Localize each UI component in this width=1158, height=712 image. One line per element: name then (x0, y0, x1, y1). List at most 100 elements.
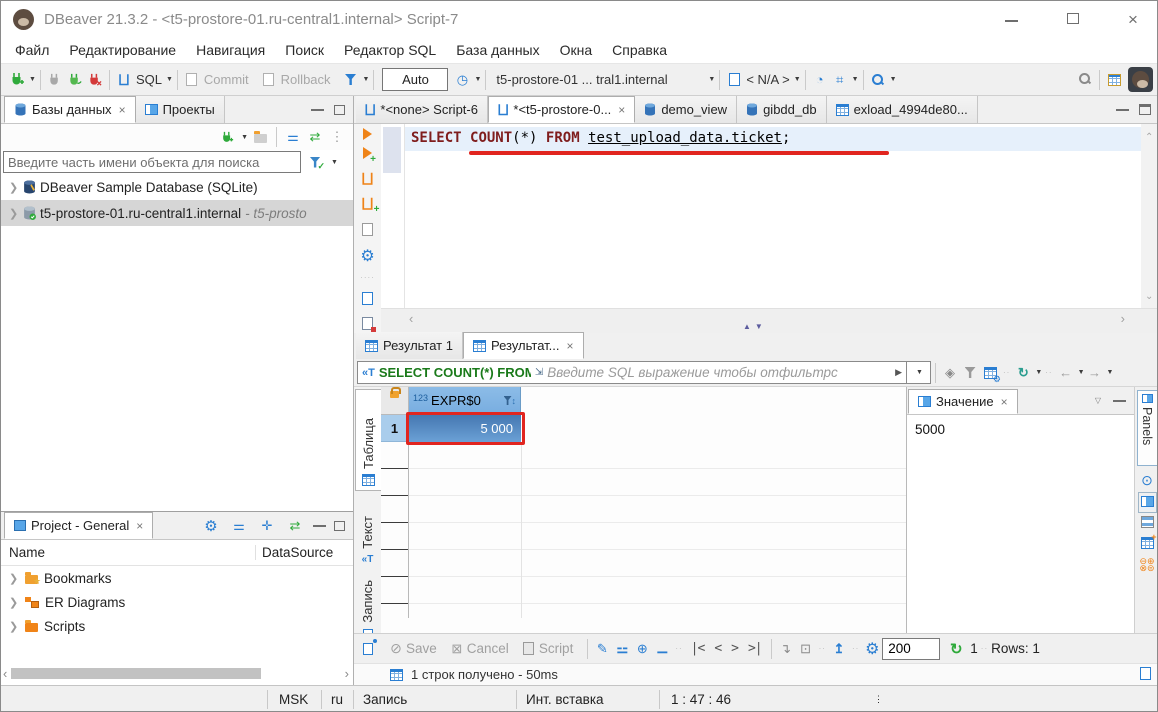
next-row-icon[interactable]: > (731, 641, 738, 656)
perspective-icon[interactable] (1104, 70, 1124, 90)
previous-row-icon[interactable]: < (714, 641, 721, 656)
zoom-cell-icon[interactable]: ⊡ (796, 639, 816, 659)
connection-caret[interactable]: ▼ (708, 76, 715, 83)
execute-script-icon[interactable]: ⨆ (358, 169, 378, 188)
language-indicator[interactable]: ru (331, 686, 343, 712)
edit-cell-icon[interactable]: ✎ (592, 639, 612, 659)
save-filter-icon[interactable] (960, 363, 980, 383)
value-viewer-toggle-icon[interactable] (1141, 495, 1154, 510)
editor-horizontal-scrollbar[interactable]: ‹ › ▲▼ (381, 308, 1158, 333)
tree-item-sample-db[interactable]: ❯ DBeaver Sample Database (SQLite) (1, 174, 353, 200)
tab-script-6[interactable]: ⨆ *<none> Script-6 (356, 96, 488, 123)
duplicate-row-icon[interactable]: ⊕ (632, 639, 652, 659)
rollback-button[interactable]: Rollback (281, 72, 331, 87)
tab-exload[interactable]: exload_4994de80... (827, 96, 978, 123)
menu-help[interactable]: Справка (602, 37, 677, 63)
sql-editor-icon[interactable]: ⨆ (114, 70, 134, 90)
tab-project-general[interactable]: Project - General × (4, 512, 153, 539)
expander-icon[interactable]: ❯ (9, 572, 19, 585)
goto-row-icon[interactable]: ↴ (776, 639, 796, 659)
tree-item-t5-prostore[interactable]: ❯ t5-prostore-01.ru-central1.internal - … (1, 200, 353, 226)
delete-row-icon[interactable]: ⚊ (652, 639, 672, 659)
aggregate-panel-icon[interactable]: ⊖⊕⊗⊜ (1139, 558, 1154, 572)
maximize-button[interactable] (1058, 11, 1088, 28)
project-item-scripts[interactable]: ❯ Scripts (1, 614, 353, 638)
rerun-query-icon[interactable]: ↻ (946, 639, 966, 659)
execute-statement-icon[interactable] (363, 128, 372, 140)
menu-sql-editor[interactable]: Редактор SQL (334, 37, 446, 63)
transaction-log-icon[interactable] (341, 70, 361, 90)
network-caret[interactable]: ▼ (852, 76, 859, 83)
tab-close-icon[interactable]: × (567, 339, 574, 353)
filter-history-dropdown[interactable]: ▼ (907, 361, 931, 384)
menu-edit[interactable]: Редактирование (59, 37, 186, 63)
collapse-all-icon[interactable]: ⚌ (283, 127, 303, 147)
active-schema-combo[interactable]: < N/A > (746, 72, 789, 87)
transaction-history-caret[interactable]: ▼ (474, 76, 481, 83)
export-data-icon[interactable]: ↥ (829, 639, 849, 659)
expand-all-icon[interactable]: ✛ (257, 516, 277, 536)
menu-navigate[interactable]: Навигация (186, 37, 275, 63)
transaction-caret[interactable]: ▼ (363, 76, 370, 83)
history-back-caret[interactable]: ▼ (1078, 369, 1085, 376)
minimize-panel-icon[interactable] (311, 109, 324, 111)
sql-table-ref[interactable]: test_upload_data.ticket (588, 130, 782, 146)
clear-filter-icon[interactable]: ◈ (940, 363, 960, 383)
column-name-header[interactable]: Name (1, 545, 255, 560)
metadata-panel-icon[interactable] (1141, 516, 1154, 531)
execute-script-new-tab-icon[interactable]: ⨆+ (358, 195, 378, 214)
row-header-1[interactable]: 1 (381, 415, 409, 442)
menu-window[interactable]: Окна (550, 37, 603, 63)
refresh-results-icon[interactable]: ↻ (1013, 363, 1033, 383)
filter-objects-caret[interactable]: ▼ (331, 159, 338, 166)
value-panel-content[interactable]: 5000 (907, 415, 1134, 444)
tab-databases-close-icon[interactable]: × (119, 103, 126, 117)
maximize-panel-icon[interactable] (1139, 104, 1151, 115)
scroll-up-icon[interactable]: ⌃ (1145, 132, 1153, 143)
explain-plan-icon[interactable] (358, 220, 378, 239)
maximize-panel-icon[interactable] (334, 105, 345, 115)
schema-caret[interactable]: ▼ (794, 76, 801, 83)
object-search-input[interactable] (3, 151, 301, 173)
tab-result-2-active[interactable]: Результат... × (463, 332, 584, 359)
maximize-panel-icon[interactable] (334, 521, 345, 531)
disconnect-icon[interactable] (85, 70, 105, 90)
tab-project-close-icon[interactable]: × (136, 519, 143, 533)
dashboard-icon[interactable]: ◔ (810, 70, 830, 90)
save-button[interactable]: Save (406, 641, 437, 656)
scroll-right-icon[interactable]: › (1121, 311, 1125, 326)
expander-icon[interactable]: ❯ (9, 181, 19, 194)
tab-close-icon[interactable]: × (1001, 395, 1008, 409)
refresh-caret[interactable]: ▼ (1035, 369, 1042, 376)
menu-database[interactable]: База данных (446, 37, 549, 63)
minimize-panel-icon[interactable] (1113, 400, 1126, 402)
sql-statement[interactable]: SELECT COUNT(*) FROM test_upload_data.ti… (411, 130, 790, 146)
history-forward-caret[interactable]: ▼ (1107, 369, 1114, 376)
link-selection-icon[interactable]: ⇄ (285, 516, 305, 536)
sql-editor-label[interactable]: SQL (136, 72, 162, 87)
scrollbar-thumb[interactable] (11, 668, 261, 679)
presentation-tab-grid[interactable]: Таблица (355, 389, 381, 491)
tab-databases[interactable]: Базы данных × (4, 96, 136, 123)
grid-corner-cell[interactable] (381, 387, 409, 415)
sash-collapse-icons[interactable]: ▲▼ (743, 322, 767, 331)
scroll-left-icon[interactable]: ‹ (3, 666, 7, 681)
timezone-indicator[interactable]: MSK (279, 686, 308, 712)
sql-editor-caret[interactable]: ▼ (166, 76, 173, 83)
tab-demo-view[interactable]: demo_view (635, 96, 737, 123)
project-horizontal-scrollbar[interactable]: ‹ › (3, 666, 349, 681)
nav-new-connection-icon[interactable] (217, 127, 237, 147)
export-result-icon[interactable] (358, 289, 378, 308)
scroll-left-icon[interactable]: ‹ (409, 311, 413, 326)
cancel-button[interactable]: Cancel (467, 641, 509, 656)
tab-result-1[interactable]: Результат 1 (356, 332, 463, 359)
connect-icon[interactable] (45, 70, 65, 90)
insert-mode-indicator[interactable]: Инт. вставка (526, 686, 604, 712)
collapse-all-icon[interactable]: ⚌ (229, 516, 249, 536)
search-caret[interactable]: ▼ (890, 76, 897, 83)
menu-search[interactable]: Поиск (275, 37, 334, 63)
commit-button[interactable]: Commit (204, 72, 249, 87)
close-button[interactable]: × (1118, 10, 1148, 30)
transaction-history-icon[interactable]: ◷ (452, 70, 472, 90)
filter-input[interactable]: «T SELECT COUNT(*) FROM t ⇲ Введите SQL … (357, 361, 907, 384)
